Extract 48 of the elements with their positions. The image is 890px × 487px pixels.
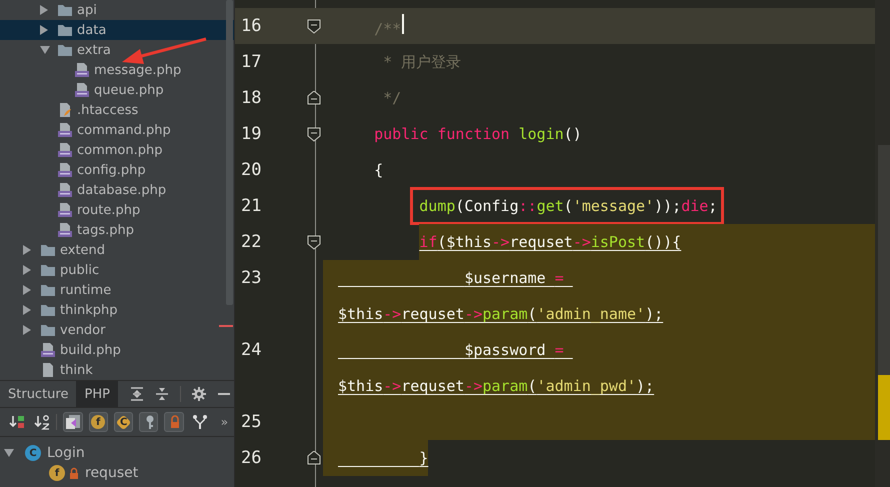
tree-item[interactable]: extend <box>0 240 234 260</box>
tree-item[interactable]: thinkphp <box>0 300 234 320</box>
tree-item[interactable]: vendor <box>0 320 234 340</box>
code-line: $password = <box>464 341 565 359</box>
tree-item[interactable]: common.php <box>0 140 234 160</box>
code-line: { <box>374 161 384 179</box>
more-button[interactable]: » <box>214 412 234 432</box>
line-number: 22 <box>240 232 262 252</box>
tree-item[interactable]: think <box>0 360 234 380</box>
tree-item[interactable]: build.php <box>0 340 234 360</box>
code-line: */ <box>383 89 402 107</box>
tree-item[interactable]: .htaccess <box>0 100 234 120</box>
code-line: public function login() <box>374 125 582 143</box>
tree-item[interactable]: route.php <box>0 200 234 220</box>
structure-item[interactable]: f requset <box>0 463 234 483</box>
structure-item[interactable]: C Login <box>0 443 234 463</box>
line-number: 26 <box>240 448 262 468</box>
code-line: if($this->requset->isPost()){ <box>419 233 682 251</box>
panel-tab[interactable]: PHP <box>76 381 118 407</box>
code-line: $this->requset->param('admin_name'); <box>338 305 664 323</box>
line-number: 24 <box>240 340 262 360</box>
line-number: 20 <box>240 160 262 180</box>
tree-item[interactable]: runtime <box>0 280 234 300</box>
tree-item[interactable]: command.php <box>0 120 234 140</box>
tree-item[interactable]: queue.php <box>0 80 234 100</box>
tree-item[interactable]: extra <box>0 40 234 60</box>
code-line: /** <box>374 14 404 38</box>
line-number: 18 <box>240 88 262 108</box>
line-number: 19 <box>240 124 262 144</box>
panel-tab[interactable]: Structure <box>0 381 76 407</box>
tree-item[interactable]: database.php <box>0 180 234 200</box>
code-line: } <box>419 449 428 467</box>
line-number: 17 <box>240 52 262 72</box>
tree-item[interactable]: config.php <box>0 160 234 180</box>
tree-item[interactable]: api <box>0 0 234 20</box>
tree-item[interactable]: data <box>0 20 234 40</box>
code-line: $username = <box>464 269 565 287</box>
show-fields-button[interactable]: f <box>88 412 108 432</box>
code-line: $this->requset->param('admin_pwd'); <box>338 377 654 395</box>
tree-item[interactable]: message.php <box>0 60 234 80</box>
tree-item[interactable]: public <box>0 260 234 280</box>
line-number: 23 <box>240 268 262 288</box>
tree-item[interactable]: tags.php <box>0 220 234 240</box>
line-number: 21 <box>240 196 262 216</box>
line-number: 16 <box>240 16 262 36</box>
show-constants-button[interactable]: C <box>114 412 134 432</box>
code-line: * 用户登录 <box>383 52 462 72</box>
line-number: 25 <box>240 412 262 432</box>
